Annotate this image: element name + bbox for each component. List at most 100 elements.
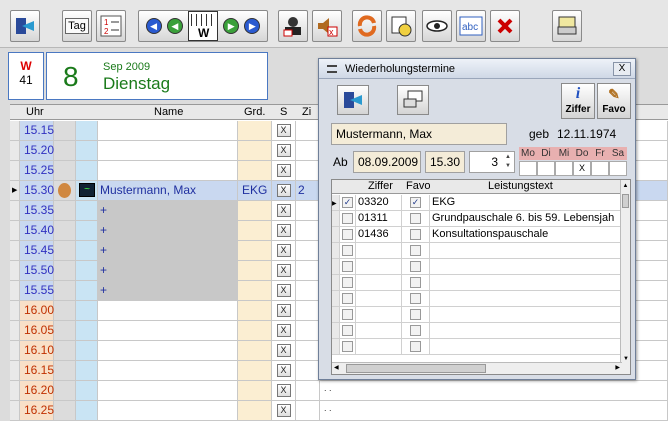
zi-cell[interactable] [296, 281, 320, 300]
list-item[interactable] [332, 259, 622, 275]
dialog-calendar-button[interactable] [397, 85, 429, 115]
select-checkbox[interactable] [342, 245, 353, 256]
start-date-field[interactable]: 08.09.2009 [353, 151, 421, 173]
favo-checkbox[interactable] [410, 309, 421, 320]
weekday-checkbox[interactable] [519, 161, 537, 176]
list-item[interactable] [332, 291, 622, 307]
name-cell[interactable] [98, 321, 238, 340]
table-row[interactable]: 16.25 X . . [10, 401, 668, 421]
name-cell[interactable] [98, 301, 238, 320]
hscroll-thumb[interactable] [346, 364, 486, 373]
scroll-up-icon[interactable]: ▲ [621, 180, 630, 192]
sound-off-button[interactable]: x [312, 10, 342, 42]
right-icon[interactable]: ▶ [223, 18, 240, 34]
leistungstext-cell[interactable] [430, 339, 622, 354]
s-delete-button[interactable]: X [276, 364, 291, 377]
zi-cell[interactable] [296, 401, 320, 420]
favo-checkbox[interactable] [410, 213, 421, 224]
s-delete-button[interactable]: X [276, 344, 291, 357]
select-checkbox[interactable] [342, 341, 353, 352]
time-cell[interactable]: 15.40 [20, 221, 54, 240]
grd-cell[interactable] [238, 261, 272, 280]
grd-cell[interactable] [238, 281, 272, 300]
s-delete-button[interactable]: X [276, 184, 291, 197]
s-delete-button[interactable]: X [276, 404, 291, 417]
time-cell[interactable]: 16.15 [20, 361, 54, 380]
s-delete-button[interactable]: X [276, 244, 291, 257]
grd-cell[interactable] [238, 241, 272, 260]
spellcheck-button[interactable]: abc [456, 10, 486, 42]
zi-cell[interactable] [296, 341, 320, 360]
weekday-checkbox[interactable] [555, 161, 573, 176]
ziffer-cell[interactable] [356, 307, 402, 322]
horizontal-scrollbar[interactable]: ◀ ▶ [332, 362, 622, 374]
name-cell[interactable]: Mustermann, Max [98, 181, 238, 200]
time-cell[interactable]: 15.15 [20, 121, 54, 140]
favo-checkbox[interactable] [410, 325, 421, 336]
print-button[interactable] [552, 10, 582, 42]
grd-cell[interactable] [238, 161, 272, 180]
name-cell[interactable] [98, 381, 238, 400]
ziffer-button[interactable]: i Ziffer [561, 83, 595, 119]
zi-cell[interactable] [296, 261, 320, 280]
scroll-down-icon[interactable]: ▼ [621, 356, 631, 362]
select-checkbox[interactable] [342, 213, 353, 224]
list-item[interactable]: 01311 Grundpauschale 6. bis 59. Lebensjah [332, 211, 622, 227]
grd-cell[interactable]: EKG [238, 181, 272, 200]
s-delete-button[interactable]: X [276, 204, 291, 217]
favo-checkbox[interactable] [410, 261, 421, 272]
day-view-button[interactable]: Tag [62, 10, 92, 42]
left-icon[interactable]: ◀ [166, 18, 183, 34]
scroll-thumb[interactable] [622, 194, 629, 208]
name-cell[interactable]: + [98, 261, 238, 280]
time-cell[interactable]: 15.45 [20, 241, 54, 260]
s-delete-button[interactable]: X [276, 144, 291, 157]
zi-cell[interactable]: 2 [296, 181, 320, 200]
select-checkbox[interactable]: ✓ [342, 197, 353, 208]
name-cell[interactable] [98, 141, 238, 160]
list-item[interactable]: ▶ ✓ 03320 ✓ EKG [332, 195, 622, 211]
time-cell[interactable]: 15.20 [20, 141, 54, 160]
leistungstext-cell[interactable] [430, 275, 622, 290]
time-cell[interactable]: 16.20 [20, 381, 54, 400]
s-delete-button[interactable]: X [276, 224, 291, 237]
s-delete-button[interactable]: X [276, 264, 291, 277]
s-delete-button[interactable]: X [276, 384, 291, 397]
favo-checkbox[interactable] [410, 245, 421, 256]
select-checkbox[interactable] [342, 261, 353, 272]
zi-cell[interactable] [296, 201, 320, 220]
ziffer-cell[interactable] [356, 259, 402, 274]
zi-cell[interactable] [296, 161, 320, 180]
leistungstext-cell[interactable] [430, 307, 622, 322]
delete-button[interactable] [490, 10, 520, 42]
grd-cell[interactable] [238, 361, 272, 380]
list-item[interactable] [332, 243, 622, 259]
time-cell[interactable]: 16.00 [20, 301, 54, 320]
grd-cell[interactable] [238, 381, 272, 400]
ziffer-cell[interactable]: 01436 [356, 227, 402, 242]
repeat-button[interactable] [352, 10, 382, 42]
select-checkbox[interactable] [342, 277, 353, 288]
ziffer-cell[interactable]: 03320 [356, 195, 402, 210]
time-cell[interactable]: 15.30 [20, 181, 54, 200]
grd-cell[interactable] [238, 401, 272, 420]
ziffer-cell[interactable] [356, 243, 402, 258]
dialog-menu-icon[interactable] [327, 65, 337, 73]
zi-cell[interactable] [296, 221, 320, 240]
leistungstext-cell[interactable]: Grundpauschale 6. bis 59. Lebensjah [430, 211, 622, 226]
zi-cell[interactable] [296, 321, 320, 340]
calendar-list-button[interactable]: 12 [96, 10, 126, 42]
favo-checkbox[interactable] [410, 293, 421, 304]
list-item[interactable] [332, 323, 622, 339]
time-cell[interactable]: 15.25 [20, 161, 54, 180]
leistungstext-cell[interactable] [430, 323, 622, 338]
grd-cell[interactable] [238, 201, 272, 220]
name-cell[interactable]: + [98, 201, 238, 220]
ziffer-cell[interactable] [356, 275, 402, 290]
scroll-left-icon[interactable]: ◀ [334, 363, 339, 374]
name-cell[interactable] [98, 361, 238, 380]
time-cell[interactable]: 16.25 [20, 401, 54, 420]
ziffer-cell[interactable] [356, 339, 402, 354]
favo-checkbox[interactable]: ✓ [410, 197, 421, 208]
s-delete-button[interactable]: X [276, 324, 291, 337]
